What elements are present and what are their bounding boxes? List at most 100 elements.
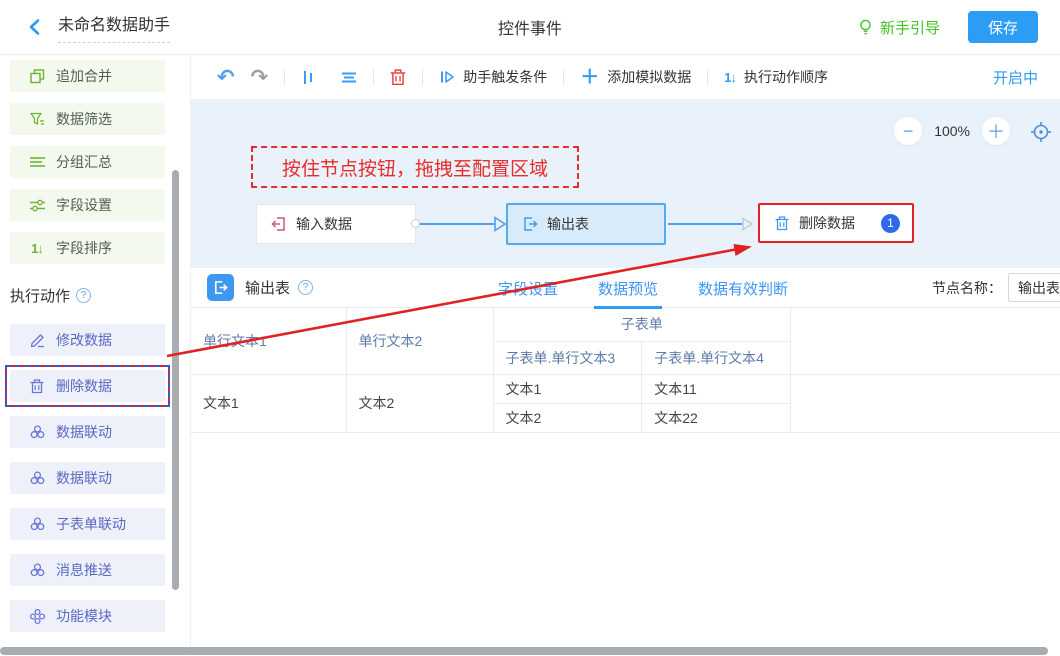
node-label: 输入数据 [296, 214, 352, 234]
linkage-icon [29, 470, 45, 486]
node-name-input[interactable] [1008, 273, 1060, 302]
group-column-header: 子表单 [493, 308, 791, 341]
sidebar-item-function-module[interactable]: 功能模块 [10, 600, 165, 632]
node-delete-data[interactable]: 删除数据 1 [758, 203, 914, 243]
group-summary-icon [29, 154, 45, 170]
zoom-in-button[interactable]: ＋ [982, 117, 1010, 145]
node-input-data[interactable]: 输入数据 [256, 204, 416, 244]
add-mock-data-button[interactable]: ＋ 添加模拟数据 [580, 67, 691, 87]
back-icon[interactable] [24, 16, 46, 38]
data-preview-table: 单行文本1 单行文本2 子表单 子表单.单行文本3 子表单.单行文本4 文本1 … [191, 308, 1060, 433]
node-count-badge: 1 [881, 214, 900, 233]
divider [373, 69, 374, 85]
trigger-icon [439, 69, 455, 85]
column-header: 子表单.单行文本3 [493, 341, 642, 374]
guide-link[interactable]: 新手引导 [858, 17, 940, 38]
divider [284, 69, 285, 85]
node-output-table[interactable]: 输出表 [506, 203, 666, 245]
sidebar-item-label: 字段设置 [56, 195, 112, 215]
sidebar-item-field-settings[interactable]: 字段设置 [10, 189, 165, 221]
main-area: ↶ ↷ 助手触发条件 ＋ 添加模拟数据 1↓ 执行动作顺序 开启中 [190, 55, 1060, 656]
help-icon[interactable]: ? [298, 280, 313, 295]
node-label: 输出表 [547, 214, 589, 234]
redo-icon[interactable]: ↷ [251, 67, 269, 88]
help-icon[interactable]: ? [76, 288, 91, 303]
table-row: 文本1 文本2 文本1 文本11 [191, 374, 1060, 403]
zoom-controls: − 100% ＋ [894, 117, 1010, 145]
copy-icon [29, 68, 45, 84]
zoom-level: 100% [934, 123, 970, 139]
column-header: 单行文本2 [346, 308, 493, 374]
table-cell: 文本22 [642, 403, 791, 432]
sidebar-item-append-merge[interactable]: 追加合并 [10, 60, 165, 92]
align-horizontal-icon[interactable] [341, 71, 357, 84]
topbar: 未命名数据助手 控件事件 新手引导 保存 [0, 0, 1060, 55]
linkage-icon [29, 424, 45, 440]
align-vertical-icon[interactable] [301, 70, 315, 85]
action-order-button[interactable]: 1↓ 执行动作顺序 [724, 67, 828, 87]
assistant-title[interactable]: 未命名数据助手 [58, 11, 170, 43]
flow-canvas[interactable]: − 100% ＋ 按住节点按钮，拖拽至配置区域 输入数据 输出表 删除数据 [191, 100, 1060, 268]
sidebar-item-data-filter[interactable]: 数据筛选 [10, 103, 165, 135]
sidebar-item-label: 子表单联动 [56, 514, 126, 534]
section-execute-actions: 执行动作 ? [10, 285, 190, 306]
trash-icon [774, 215, 790, 231]
locate-center-icon[interactable] [1030, 121, 1052, 148]
sidebar-item-delete-data[interactable]: 删除数据 [10, 370, 165, 402]
tab-data-validity[interactable]: 数据有效判断 [698, 268, 788, 308]
sidebar-item-data-linkage-2[interactable]: 数据联动 [10, 462, 165, 494]
sidebar-item-label: 消息推送 [56, 560, 112, 580]
sidebar-item-data-linkage-1[interactable]: 数据联动 [10, 416, 165, 448]
sidebar-item-label: 修改数据 [56, 330, 112, 350]
trigger-label: 助手触发条件 [463, 67, 547, 87]
bulb-icon [858, 19, 874, 35]
table-cell: 文本1 [191, 374, 346, 432]
table-cell: 文本11 [642, 374, 791, 403]
column-header-empty [791, 308, 1060, 374]
undo-icon[interactable]: ↶ [217, 67, 235, 88]
sidebar-item-label: 数据联动 [56, 468, 112, 488]
sidebar-item-label: 追加合并 [56, 66, 112, 86]
order-icon: 1↓ [724, 70, 736, 85]
guide-label: 新手引导 [880, 17, 940, 38]
delete-node-icon[interactable] [390, 69, 406, 86]
zoom-out-button[interactable]: − [894, 117, 922, 145]
table-cell-empty [791, 374, 1060, 432]
sidebar-item-modify-data[interactable]: 修改数据 [10, 324, 165, 356]
tab-field-settings[interactable]: 字段设置 [498, 268, 558, 308]
divider [707, 69, 708, 85]
sidebar-item-subform-linkage[interactable]: 子表单联动 [10, 508, 165, 540]
sidebar-item-label: 数据联动 [56, 422, 112, 442]
sidebar-item-label: 分组汇总 [56, 152, 112, 172]
panel-tabs: 字段设置 数据预览 数据有效判断 [498, 268, 788, 308]
divider [422, 69, 423, 85]
sliders-icon [29, 197, 45, 213]
export-icon [522, 216, 538, 232]
tab-data-preview[interactable]: 数据预览 [598, 268, 658, 308]
tutorial-highlight-box: 删除数据 [10, 370, 165, 402]
linkage-icon [29, 562, 45, 578]
sidebar-item-field-sort[interactable]: 1↓ 字段排序 [10, 232, 165, 264]
node-name-label: 节点名称： [932, 278, 1002, 298]
status-toggle[interactable]: 开启中 [993, 67, 1038, 88]
sort-icon: 1↓ [29, 240, 45, 256]
sidebar-item-group-summary[interactable]: 分组汇总 [10, 146, 165, 178]
edit-icon [29, 332, 45, 348]
horizontal-scrollbar[interactable] [0, 647, 1048, 655]
trigger-condition-button[interactable]: 助手触发条件 [439, 67, 547, 87]
sidebar-item-message-push[interactable]: 消息推送 [10, 554, 165, 586]
import-icon [271, 216, 287, 232]
output-table-icon [207, 274, 234, 301]
save-button[interactable]: 保存 [968, 11, 1038, 43]
vertical-scrollbar[interactable] [172, 170, 179, 590]
config-panel: 输出表 ? 字段设置 数据预览 数据有效判断 节点名称： 单行文本1 单行文本2… [191, 268, 1060, 433]
table-cell: 文本2 [493, 403, 642, 432]
canvas-toolbar: ↶ ↷ 助手触发条件 ＋ 添加模拟数据 1↓ 执行动作顺序 开启中 [191, 55, 1060, 100]
node-output-port[interactable] [411, 219, 420, 228]
column-header: 单行文本1 [191, 308, 346, 374]
column-header: 子表单.单行文本4 [642, 341, 791, 374]
drag-tooltip: 按住节点按钮，拖拽至配置区域 [251, 146, 579, 188]
plus-icon: ＋ [580, 68, 599, 87]
divider [563, 69, 564, 85]
panel-header: 输出表 ? 字段设置 数据预览 数据有效判断 节点名称： [191, 268, 1060, 308]
